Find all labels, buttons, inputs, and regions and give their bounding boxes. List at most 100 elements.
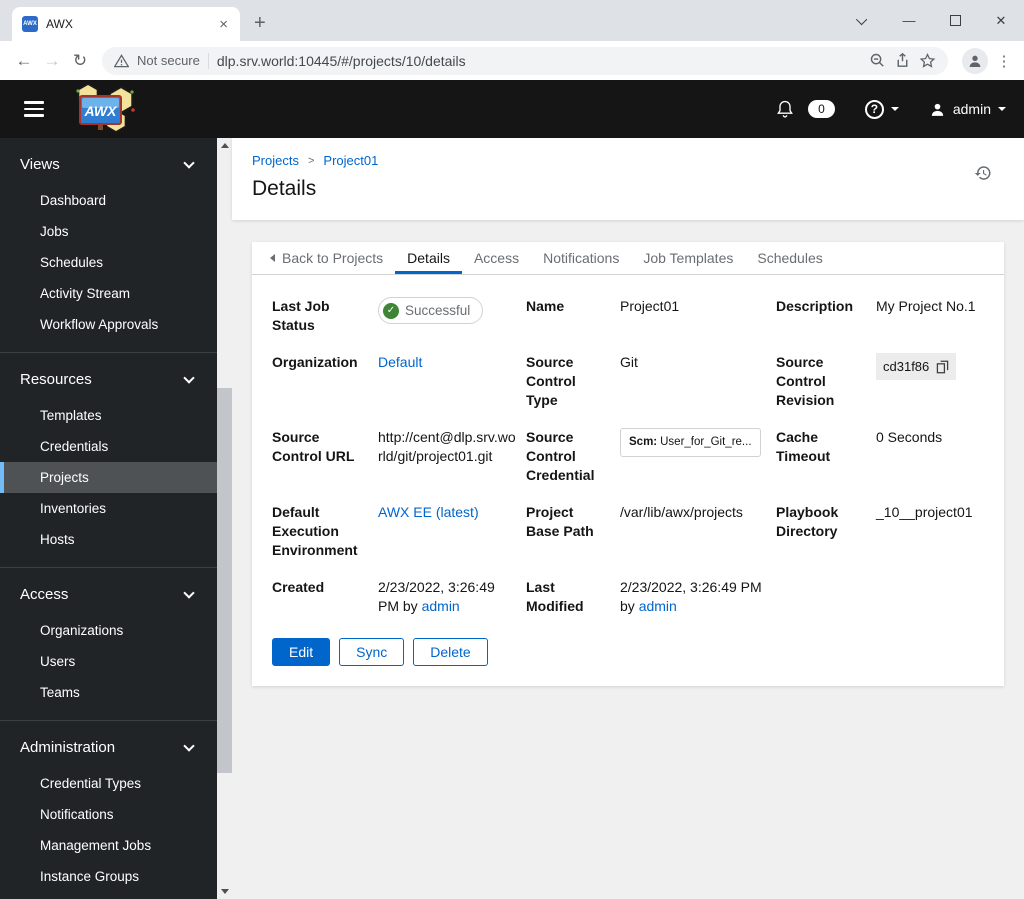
breadcrumb-link-project01[interactable]: Project01 [323, 153, 378, 168]
sidebar-section-administration: Administration Credential Types Notifica… [0, 720, 217, 899]
delete-button[interactable]: Delete [413, 638, 488, 666]
notifications-button[interactable]: 0 [775, 99, 835, 119]
chevron-down-icon [183, 587, 195, 599]
sidebar-item-credential-types[interactable]: Credential Types [0, 768, 217, 799]
sidebar-item-instance-groups[interactable]: Instance Groups [0, 861, 217, 892]
activity-history-button[interactable] [974, 164, 992, 187]
user-name: admin [952, 101, 991, 117]
sidebar-item-management-jobs[interactable]: Management Jobs [0, 830, 217, 861]
not-secure-warning-icon [114, 53, 129, 67]
window-close-button[interactable]: ✕ [978, 0, 1024, 41]
content-area: Back to Projects Details Access Notifica… [232, 220, 1024, 686]
user-menu-button[interactable]: admin [929, 101, 1006, 118]
help-menu-button[interactable]: ? [864, 99, 899, 119]
base-path-label: Project Base Path [526, 504, 594, 539]
sidebar-section-views-toggle[interactable]: Views [0, 152, 217, 177]
sidebar-item-organizations[interactable]: Organizations [0, 615, 217, 646]
sidebar-item-schedules[interactable]: Schedules [0, 247, 217, 278]
sidebar-item-hosts[interactable]: Hosts [0, 524, 217, 555]
tab-search-chevron-icon[interactable] [840, 0, 886, 41]
browser-tab[interactable]: AWX AWX × [12, 7, 240, 41]
tab-job-templates[interactable]: Job Templates [631, 242, 745, 274]
tab-details[interactable]: Details [395, 242, 462, 274]
browser-tab-strip: AWX AWX × + — ✕ [0, 0, 1024, 41]
sidebar-item-workflow-approvals[interactable]: Workflow Approvals [0, 309, 217, 340]
tab-notifications[interactable]: Notifications [531, 242, 631, 274]
history-icon [974, 166, 991, 180]
share-icon[interactable] [894, 52, 911, 69]
default-ee-link[interactable]: AWX EE (latest) [378, 504, 479, 520]
scm-credential-label: Source Control Credential [526, 429, 595, 483]
sidebar-section-administration-title: Administration [20, 739, 116, 756]
organization-link[interactable]: Default [378, 354, 422, 370]
sidebar-item-credentials[interactable]: Credentials [0, 431, 217, 462]
svg-text:AWX: AWX [84, 103, 119, 119]
profile-person-icon [969, 55, 981, 67]
sidebar-section-access: Access Organizations Users Teams [0, 567, 217, 720]
browser-profile-avatar[interactable] [962, 47, 988, 74]
sidebar-item-dashboard[interactable]: Dashboard [0, 185, 217, 216]
address-divider [207, 52, 209, 69]
browser-back-button[interactable]: ← [10, 51, 38, 71]
help-caret-icon [890, 107, 899, 111]
sidebar-item-jobs[interactable]: Jobs [0, 216, 217, 247]
sidebar-item-instances[interactable]: Instances [0, 892, 217, 899]
sidebar-section-administration-toggle[interactable]: Administration [0, 735, 217, 760]
awx-logo[interactable]: AWX [70, 83, 136, 135]
tab-access[interactable]: Access [462, 242, 531, 274]
playbook-directory-value: _10__project01 [876, 504, 973, 520]
sidebar-section-resources-toggle[interactable]: Resources [0, 367, 217, 392]
page-scrollbar[interactable] [217, 138, 232, 899]
nav-toggle-button[interactable] [24, 101, 44, 117]
tab-bar: Back to Projects Details Access Notifica… [252, 242, 1004, 275]
scrollbar-up-icon[interactable] [217, 138, 232, 153]
sync-button[interactable]: Sync [339, 638, 405, 666]
awx-masthead: AWX 0 ? admin [0, 80, 1024, 138]
scrollbar-down-icon[interactable] [217, 884, 232, 899]
sidebar-section-access-toggle[interactable]: Access [0, 582, 217, 607]
url-text[interactable]: dlp.srv.world:10445/#/projects/10/detail… [217, 53, 861, 69]
browser-reload-button[interactable]: ↻ [66, 51, 94, 71]
scm-revision-label: Source Control Revision [776, 354, 835, 408]
scrollbar-thumb[interactable] [217, 388, 232, 773]
window-maximize-button[interactable] [932, 0, 978, 41]
base-path-value: /var/lib/awx/projects [620, 504, 743, 520]
zoom-out-icon[interactable] [869, 52, 886, 69]
breadcrumb-link-projects[interactable]: Projects [252, 153, 299, 168]
tab-close-icon[interactable]: × [217, 16, 230, 33]
modified-user-link[interactable]: admin [639, 598, 677, 614]
new-tab-button[interactable]: + [254, 12, 266, 35]
sidebar-section-resources-title: Resources [20, 371, 92, 388]
edit-button[interactable]: Edit [272, 638, 331, 666]
sidebar-item-notifications[interactable]: Notifications [0, 799, 217, 830]
window-minimize-button[interactable]: — [886, 0, 932, 41]
copy-icon[interactable] [936, 360, 949, 374]
tab-title: AWX [46, 17, 73, 31]
revision-text: cd31f86 [883, 359, 930, 374]
created-user-link[interactable]: admin [422, 598, 460, 614]
sidebar-section-access-title: Access [20, 586, 69, 603]
awx-favicon: AWX [22, 16, 38, 32]
organization-label: Organization [272, 354, 358, 370]
user-icon [931, 103, 944, 116]
address-bar[interactable]: Not secure dlp.srv.world:10445/#/project… [102, 46, 948, 75]
detail-grid: Last Job Status ✓ Successful Name Projec… [272, 297, 984, 616]
tab-schedules[interactable]: Schedules [745, 242, 834, 274]
chevron-down-icon [183, 157, 195, 169]
bookmark-star-icon[interactable] [919, 52, 936, 69]
browser-menu-icon[interactable]: ⋮ [994, 52, 1014, 70]
last-job-status-label: Last Job Status [272, 298, 330, 333]
tab-back-to-projects[interactable]: Back to Projects [258, 242, 395, 274]
sidebar-item-users[interactable]: Users [0, 646, 217, 677]
credential-chip[interactable]: Scm: User_for_Git_re... [620, 428, 761, 457]
sidebar-section-resources: Resources Templates Credentials Projects… [0, 352, 217, 567]
browser-toolbar: ← → ↻ Not secure dlp.srv.world:10445/#/p… [0, 41, 1024, 80]
sidebar-item-projects[interactable]: Projects [0, 462, 217, 493]
sidebar-item-activity-stream[interactable]: Activity Stream [0, 278, 217, 309]
sidebar-item-templates[interactable]: Templates [0, 400, 217, 431]
sidebar-item-inventories[interactable]: Inventories [0, 493, 217, 524]
sidebar: Views Dashboard Jobs Schedules Activity … [0, 138, 217, 899]
sidebar-section-views: Views Dashboard Jobs Schedules Activity … [0, 138, 217, 352]
sidebar-item-teams[interactable]: Teams [0, 677, 217, 708]
browser-forward-button[interactable]: → [38, 51, 66, 71]
